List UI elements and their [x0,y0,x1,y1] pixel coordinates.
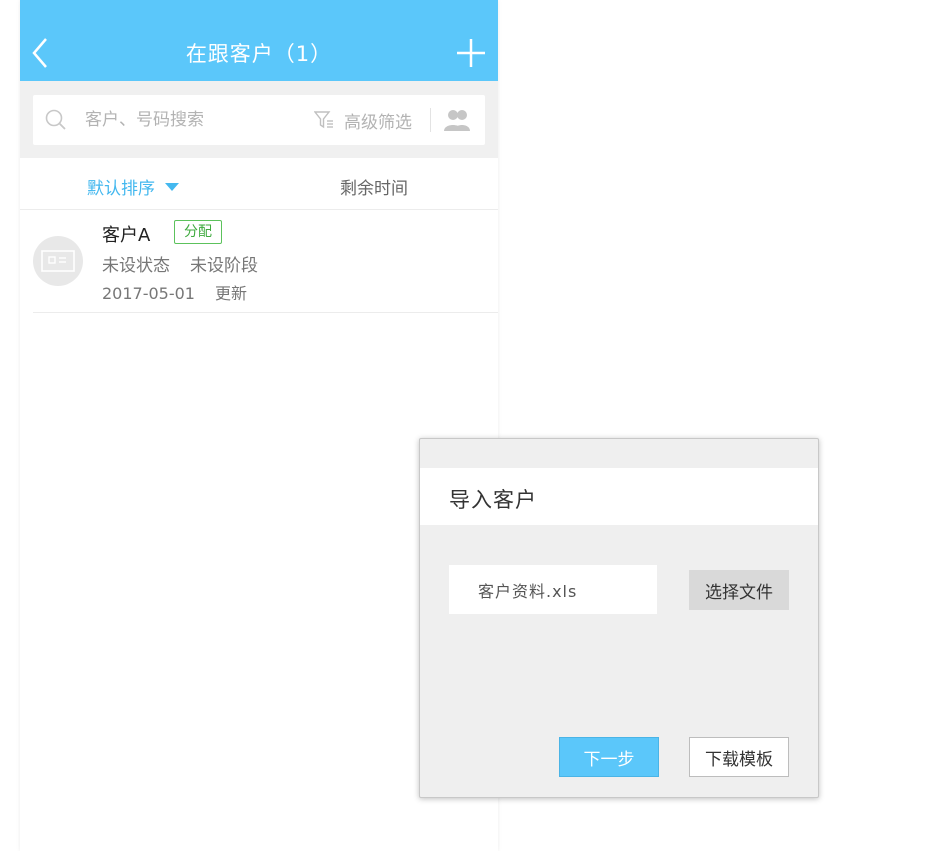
customer-date: 2017-05-01 [102,284,195,303]
file-name-field[interactable] [449,565,657,614]
caret-down-icon [165,182,179,191]
avatar [33,236,83,286]
next-step-button[interactable]: 下一步 [559,737,659,777]
choose-file-button[interactable]: 选择文件 [689,570,789,610]
sort-remaining-time-button[interactable]: 剩余时间 [340,174,408,199]
advanced-filter-button[interactable]: 高级筛选 [314,107,412,133]
download-template-button[interactable]: 下载模板 [689,737,789,777]
status-badge: 分配 [174,220,222,244]
search-bar: 高级筛选 [20,81,498,158]
sort-bar: 默认排序 剩余时间 [20,158,498,210]
search-icon [45,109,66,130]
filter-icon [314,111,333,129]
plus-icon [457,39,485,67]
sort-default-button[interactable]: 默认排序 [87,174,179,199]
search-box: 高级筛选 [33,95,485,145]
divider [430,108,431,132]
customer-status: 未设状态 [102,256,170,276]
dialog-title: 导入客户 [449,488,537,512]
sort-default-label: 默认排序 [87,179,155,199]
customer-date-line: 2017-05-01 更新 [102,280,267,304]
customer-stage: 未设阶段 [190,256,258,276]
dialog-header: 导入客户 [420,468,818,525]
customer-name: 客户A [102,225,151,246]
import-customer-dialog: 导入客户 选择文件 下一步 下载模板 [419,438,819,798]
add-customer-button[interactable] [456,38,486,68]
people-icon[interactable] [443,107,471,133]
app-header: 在跟客户（1） [20,0,498,81]
page-title: 在跟客户（1） [185,42,333,66]
search-input[interactable] [85,106,275,134]
id-card-icon [41,250,75,272]
customer-update-label: 更新 [214,284,247,303]
list-item[interactable]: 客户A 分配 未设状态 未设阶段 2017-05-01 更新 [33,210,498,313]
customer-status-line: 未设状态 未设阶段 [102,251,278,276]
advanced-filter-label: 高级筛选 [344,112,412,133]
